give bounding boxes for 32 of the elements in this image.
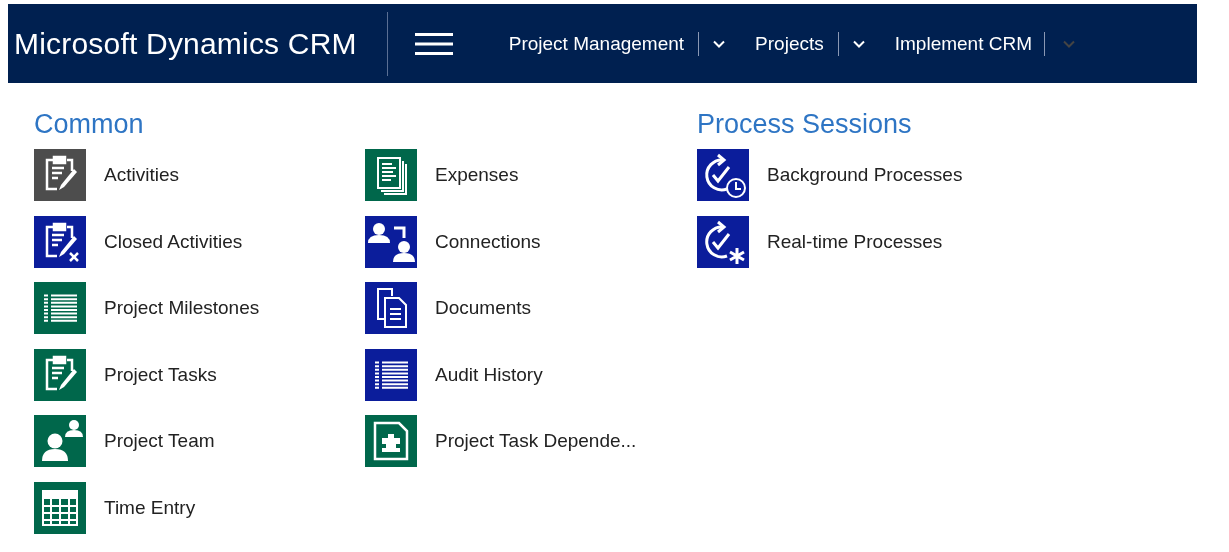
list-icon[interactable] (365, 348, 417, 401)
breadcrumb-link[interactable]: Implement CRM (894, 32, 1032, 55)
navigation-link[interactable]: Expenses (435, 164, 519, 186)
process-clock-icon[interactable] (697, 149, 749, 201)
calendar-icon[interactable] (34, 481, 86, 534)
clipboard-icon[interactable] (34, 149, 86, 201)
clipboard-icon[interactable] (34, 348, 86, 401)
navigation-link[interactable]: Time Entry (104, 496, 196, 519)
navigation-link[interactable]: Closed Activities (104, 230, 243, 253)
navigation-link[interactable]: Real-time Processes (767, 230, 943, 253)
navigation-link[interactable]: Project Milestones (104, 297, 260, 319)
navigation-link[interactable]: Project Team (104, 430, 215, 452)
document-stack-icon[interactable] (365, 149, 417, 201)
navigation-link[interactable]: Audit History (435, 363, 543, 386)
puzzle-document-icon[interactable] (365, 415, 417, 467)
navigation-link[interactable]: Project Tasks (104, 363, 217, 386)
section-heading: Process Sessions (697, 109, 913, 141)
list-icon[interactable] (34, 282, 86, 334)
section-heading: Common (34, 109, 145, 141)
navigation-link[interactable]: Project Task Depende... (435, 430, 637, 452)
documents-icon[interactable] (365, 282, 417, 334)
navigation-link[interactable]: Background Processes (767, 164, 963, 186)
app-title: Microsoft Dynamics CRM (14, 26, 357, 61)
navigation-link[interactable]: Documents (435, 297, 532, 319)
breadcrumb-link[interactable]: Projects (755, 32, 824, 55)
people-icon[interactable] (34, 415, 86, 467)
connections-icon[interactable] (365, 215, 417, 268)
navigation-link[interactable]: Connections (435, 230, 541, 253)
clipboard-x-icon[interactable] (34, 215, 86, 268)
navigation-link[interactable]: Activities (104, 164, 179, 186)
breadcrumb-link[interactable]: Project Management (508, 32, 685, 55)
menu-icon[interactable] (414, 31, 453, 56)
